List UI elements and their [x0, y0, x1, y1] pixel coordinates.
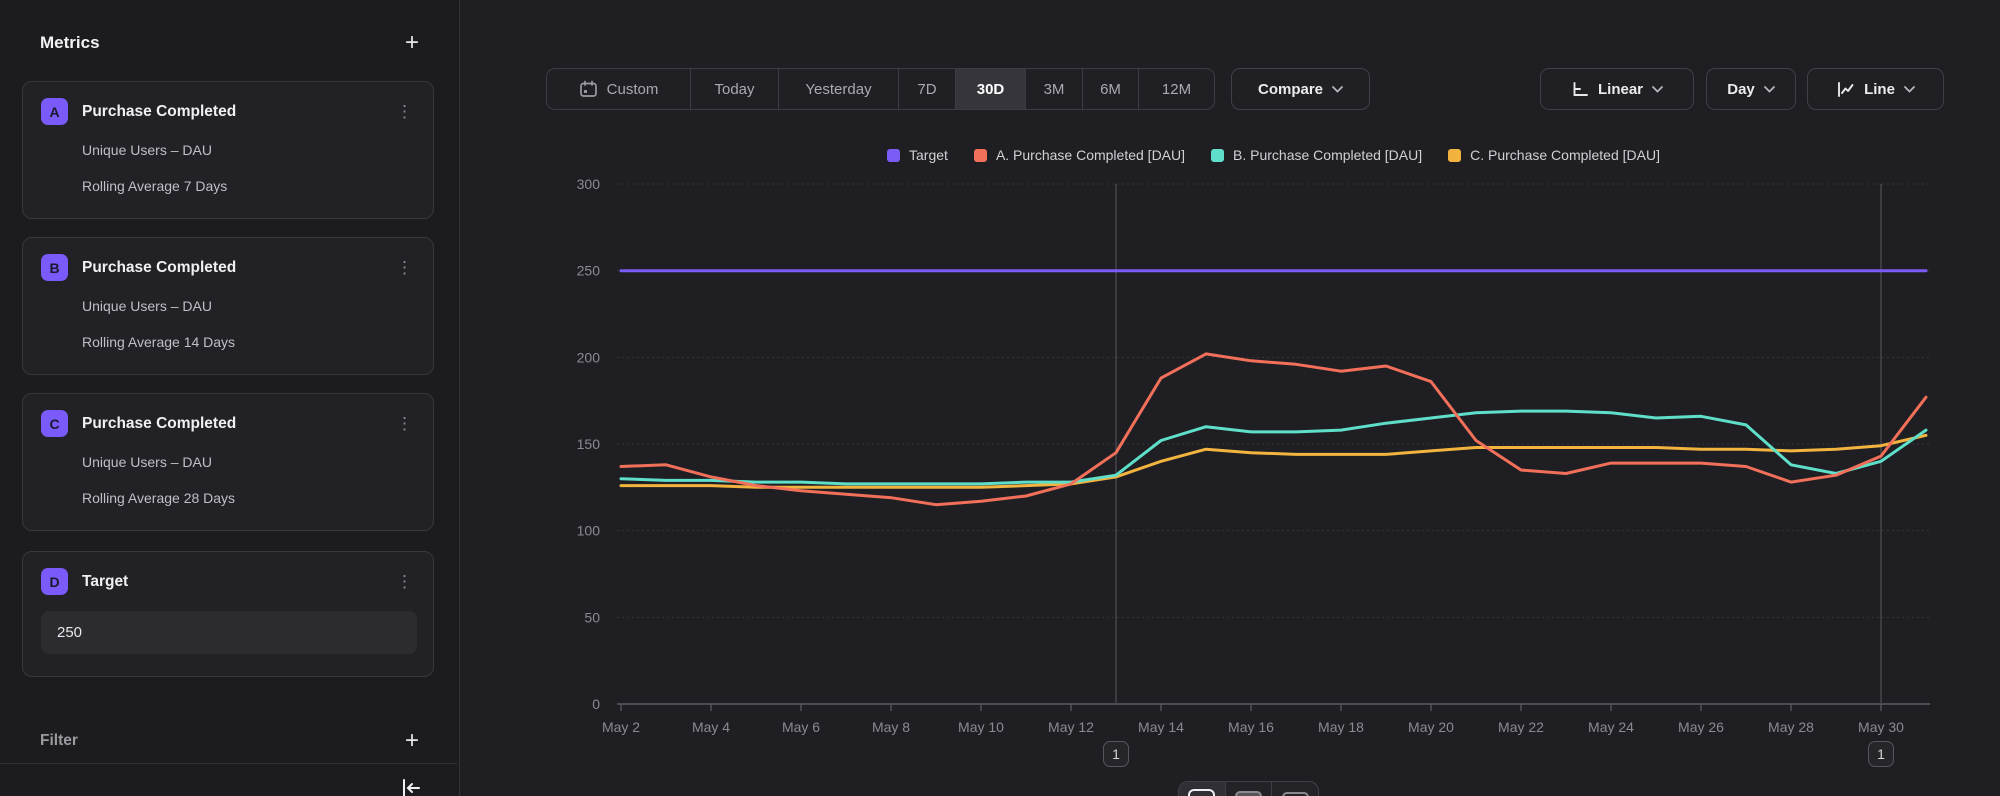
add-filter-button[interactable]: + — [405, 730, 419, 752]
metric-rolling-average: Rolling Average 28 Days — [82, 490, 417, 506]
chevron-down-icon — [1652, 86, 1663, 93]
y-axis-label: 100 — [577, 523, 601, 539]
metric-badge-d: D — [41, 568, 68, 595]
add-metric-button[interactable]: + — [405, 32, 419, 54]
chart-size-small-button[interactable] — [1272, 782, 1318, 796]
chevron-down-icon — [1904, 86, 1915, 93]
metric-badge-c: C — [41, 410, 68, 437]
line-chart-icon — [1836, 81, 1855, 98]
collapse-sidebar-icon[interactable] — [398, 776, 424, 796]
x-axis-label: May 20 — [1408, 719, 1454, 735]
series-line-3 — [621, 435, 1926, 487]
x-axis-label: May 18 — [1318, 719, 1364, 735]
metrics-sidebar: Metrics + APurchase Completed⋮Unique Use… — [0, 0, 460, 796]
chart-size-toggle — [1178, 781, 1319, 796]
annotation-badge[interactable]: 1 — [1103, 741, 1129, 767]
linear-scale-icon — [1571, 81, 1589, 98]
metric-measurement: Unique Users – DAU — [82, 298, 417, 314]
y-axis-label: 150 — [577, 436, 601, 452]
range-custom-button[interactable]: Custom — [547, 69, 691, 109]
scale-label: Linear — [1598, 81, 1643, 98]
chart-type-label: Line — [1864, 81, 1895, 98]
range-12m-button[interactable]: 12M — [1139, 69, 1214, 109]
large-size-icon — [1188, 789, 1215, 796]
metric-title: Purchase Completed — [82, 415, 392, 433]
metrics-header: Metrics + — [40, 28, 419, 58]
range-30d-button[interactable]: 30D — [956, 69, 1026, 109]
metric-rolling-average: Rolling Average 14 Days — [82, 334, 417, 350]
x-axis-label: May 12 — [1048, 719, 1094, 735]
metric-measurement: Unique Users – DAU — [82, 142, 417, 158]
x-axis-label: May 22 — [1498, 719, 1544, 735]
y-axis-label: 50 — [584, 609, 600, 625]
date-range-segmented-control: CustomTodayYesterday7D30D3M6M12M — [546, 68, 1215, 110]
kebab-menu-icon[interactable]: ⋮ — [392, 102, 417, 122]
y-axis-label: 0 — [592, 696, 600, 712]
metrics-title: Metrics — [40, 33, 100, 53]
metric-rolling-average: Rolling Average 7 Days — [82, 178, 417, 194]
y-axis-label: 250 — [577, 263, 601, 279]
x-axis-label: May 16 — [1228, 719, 1274, 735]
sidebar-divider — [0, 763, 457, 764]
x-axis-label: May 30 — [1858, 719, 1904, 735]
x-axis-label: May 2 — [602, 719, 640, 735]
target-card: D Target ⋮ — [22, 551, 434, 677]
compare-button[interactable]: Compare — [1231, 68, 1370, 110]
metric-badge-a: A — [41, 98, 68, 125]
metric-card-c[interactable]: C Purchase Completed⋮ Unique Users – DAU Ro… — [22, 393, 434, 531]
metric-card-b[interactable]: B Purchase Completed⋮ Unique Users – DAU Ro… — [22, 237, 434, 375]
metric-card-a[interactable]: A Purchase Completed⋮ Unique Users – DAU Ro… — [22, 81, 434, 219]
series-line-2 — [621, 411, 1926, 484]
x-axis-label: May 6 — [782, 719, 820, 735]
range-7d-button[interactable]: 7D — [899, 69, 956, 109]
target-value-input[interactable] — [41, 611, 417, 654]
x-axis-label: May 4 — [692, 719, 730, 735]
chart-type-dropdown-button[interactable]: Line — [1807, 68, 1944, 110]
x-axis-label: May 28 — [1768, 719, 1814, 735]
annotation-badge[interactable]: 1 — [1868, 741, 1894, 767]
range-6m-button[interactable]: 6M — [1083, 69, 1139, 109]
scale-dropdown-button[interactable]: Linear — [1540, 68, 1694, 110]
metric-badge-b: B — [41, 254, 68, 281]
metric-title: Purchase Completed — [82, 259, 392, 277]
range-today-button[interactable]: Today — [691, 69, 779, 109]
filter-label: Filter — [40, 732, 78, 750]
target-title: Target — [82, 573, 392, 591]
x-axis-label: May 14 — [1138, 719, 1184, 735]
chevron-down-icon — [1764, 86, 1775, 93]
chart-size-medium-button[interactable] — [1226, 782, 1273, 796]
metric-measurement: Unique Users – DAU — [82, 454, 417, 470]
line-chart[interactable]: 0 50 100 150 200 250 300 May 2 May 4 May 6 May 8 Ma… — [460, 130, 2000, 796]
range-yesterday-button[interactable]: Yesterday — [779, 69, 899, 109]
x-axis-label: May 10 — [958, 719, 1004, 735]
small-size-icon — [1282, 792, 1309, 796]
kebab-menu-icon[interactable]: ⋮ — [392, 258, 417, 278]
y-axis-label: 300 — [577, 176, 601, 192]
compare-label: Compare — [1258, 81, 1323, 98]
range-3m-button[interactable]: 3M — [1026, 69, 1083, 109]
x-axis-label: May 24 — [1588, 719, 1634, 735]
kebab-menu-icon[interactable]: ⋮ — [392, 572, 417, 592]
x-axis-label: May 26 — [1678, 719, 1724, 735]
calendar-icon — [579, 80, 598, 98]
granularity-dropdown-button[interactable]: Day — [1706, 68, 1796, 110]
chart-size-large-button[interactable] — [1179, 782, 1226, 796]
x-axis-label: May 8 — [872, 719, 910, 735]
metric-title: Purchase Completed — [82, 103, 392, 121]
chevron-down-icon — [1332, 86, 1343, 93]
filter-section: Filter + — [40, 726, 419, 756]
medium-size-icon — [1235, 791, 1262, 796]
kebab-menu-icon[interactable]: ⋮ — [392, 414, 417, 434]
granularity-label: Day — [1727, 81, 1755, 98]
y-axis-label: 200 — [577, 349, 601, 365]
